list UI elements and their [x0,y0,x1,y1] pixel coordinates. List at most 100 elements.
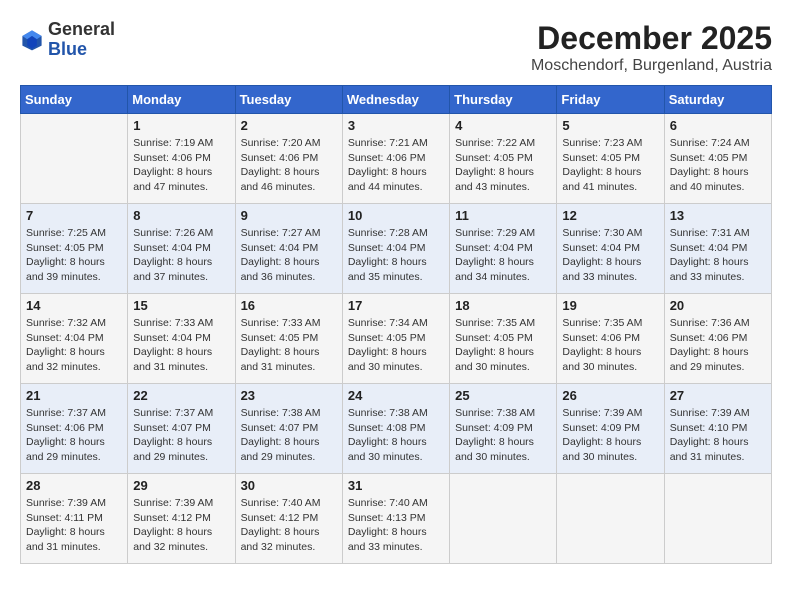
day-number: 27 [670,388,766,403]
day-info: Sunrise: 7:30 AM Sunset: 4:04 PM Dayligh… [562,226,658,285]
day-number: 30 [241,478,337,493]
day-info: Sunrise: 7:26 AM Sunset: 4:04 PM Dayligh… [133,226,229,285]
day-number: 6 [670,118,766,133]
page-header: General Blue December 2025 Moschendorf, … [20,20,772,75]
calendar-cell: 21 Sunrise: 7:37 AM Sunset: 4:06 PM Dayli… [21,384,128,474]
calendar-week-row: 21 Sunrise: 7:37 AM Sunset: 4:06 PM Dayli… [21,384,772,474]
day-number: 28 [26,478,122,493]
day-info: Sunrise: 7:39 AM Sunset: 4:10 PM Dayligh… [670,406,766,465]
day-number: 7 [26,208,122,223]
day-info: Sunrise: 7:32 AM Sunset: 4:04 PM Dayligh… [26,316,122,375]
day-info: Sunrise: 7:36 AM Sunset: 4:06 PM Dayligh… [670,316,766,375]
header-row: SundayMondayTuesdayWednesdayThursdayFrid… [21,86,772,114]
day-info: Sunrise: 7:28 AM Sunset: 4:04 PM Dayligh… [348,226,444,285]
day-number: 8 [133,208,229,223]
calendar-cell: 27 Sunrise: 7:39 AM Sunset: 4:10 PM Dayli… [664,384,771,474]
day-info: Sunrise: 7:39 AM Sunset: 4:12 PM Dayligh… [133,496,229,555]
day-number: 4 [455,118,551,133]
day-info: Sunrise: 7:35 AM Sunset: 4:06 PM Dayligh… [562,316,658,375]
day-info: Sunrise: 7:37 AM Sunset: 4:07 PM Dayligh… [133,406,229,465]
calendar-cell: 10Sunrise: 7:28 AM Sunset: 4:04 PM Dayli… [342,204,449,294]
calendar-cell: 22 Sunrise: 7:37 AM Sunset: 4:07 PM Dayli… [128,384,235,474]
calendar-cell: 29 Sunrise: 7:39 AM Sunset: 4:12 PM Dayli… [128,474,235,564]
calendar-cell: 11 Sunrise: 7:29 AM Sunset: 4:04 PM Dayli… [450,204,557,294]
calendar-cell: 12 Sunrise: 7:30 AM Sunset: 4:04 PM Dayli… [557,204,664,294]
day-info: Sunrise: 7:38 AM Sunset: 4:07 PM Dayligh… [241,406,337,465]
calendar-cell: 7 Sunrise: 7:25 AM Sunset: 4:05 PM Daylig… [21,204,128,294]
calendar-cell: 6 Sunrise: 7:24 AM Sunset: 4:05 PM Daylig… [664,114,771,204]
logo-blue: Blue [48,39,87,59]
day-info: Sunrise: 7:24 AM Sunset: 4:05 PM Dayligh… [670,136,766,195]
day-number: 22 [133,388,229,403]
calendar-cell: 28Sunrise: 7:39 AM Sunset: 4:11 PM Dayli… [21,474,128,564]
calendar-cell: 3Sunrise: 7:21 AM Sunset: 4:06 PM Daylig… [342,114,449,204]
day-info: Sunrise: 7:21 AM Sunset: 4:06 PM Dayligh… [348,136,444,195]
day-info: Sunrise: 7:39 AM Sunset: 4:09 PM Dayligh… [562,406,658,465]
weekday-header: Friday [557,86,664,114]
day-number: 24 [348,388,444,403]
day-info: Sunrise: 7:35 AM Sunset: 4:05 PM Dayligh… [455,316,551,375]
day-info: Sunrise: 7:40 AM Sunset: 4:12 PM Dayligh… [241,496,337,555]
calendar-week-row: 28Sunrise: 7:39 AM Sunset: 4:11 PM Dayli… [21,474,772,564]
weekday-header: Thursday [450,86,557,114]
day-number: 31 [348,478,444,493]
calendar-cell: 8 Sunrise: 7:26 AM Sunset: 4:04 PM Daylig… [128,204,235,294]
weekday-header: Sunday [21,86,128,114]
calendar-cell: 24 Sunrise: 7:38 AM Sunset: 4:08 PM Dayli… [342,384,449,474]
day-info: Sunrise: 7:23 AM Sunset: 4:05 PM Dayligh… [562,136,658,195]
day-number: 19 [562,298,658,313]
day-number: 12 [562,208,658,223]
day-info: Sunrise: 7:34 AM Sunset: 4:05 PM Dayligh… [348,316,444,375]
calendar-cell: 5 Sunrise: 7:23 AM Sunset: 4:05 PM Daylig… [557,114,664,204]
day-number: 29 [133,478,229,493]
day-info: Sunrise: 7:19 AM Sunset: 4:06 PM Dayligh… [133,136,229,195]
day-number: 17 [348,298,444,313]
calendar-cell: 23 Sunrise: 7:38 AM Sunset: 4:07 PM Dayli… [235,384,342,474]
calendar-cell: 13Sunrise: 7:31 AM Sunset: 4:04 PM Dayli… [664,204,771,294]
day-number: 2 [241,118,337,133]
day-number: 20 [670,298,766,313]
day-info: Sunrise: 7:29 AM Sunset: 4:04 PM Dayligh… [455,226,551,285]
calendar-cell: 20 Sunrise: 7:36 AM Sunset: 4:06 PM Dayli… [664,294,771,384]
calendar-cell [664,474,771,564]
day-number: 23 [241,388,337,403]
calendar-cell: 19 Sunrise: 7:35 AM Sunset: 4:06 PM Dayli… [557,294,664,384]
calendar-cell: 17 Sunrise: 7:34 AM Sunset: 4:05 PM Dayli… [342,294,449,384]
day-number: 11 [455,208,551,223]
calendar-cell: 30 Sunrise: 7:40 AM Sunset: 4:12 PM Dayli… [235,474,342,564]
day-info: Sunrise: 7:38 AM Sunset: 4:09 PM Dayligh… [455,406,551,465]
calendar-table: SundayMondayTuesdayWednesdayThursdayFrid… [20,85,772,564]
logo-text: General Blue [48,20,115,60]
day-number: 9 [241,208,337,223]
day-number: 15 [133,298,229,313]
logo: General Blue [20,20,115,60]
weekday-header: Tuesday [235,86,342,114]
month-title: December 2025 [531,20,772,57]
day-number: 21 [26,388,122,403]
calendar-cell: 15 Sunrise: 7:33 AM Sunset: 4:04 PM Dayli… [128,294,235,384]
calendar-cell: 2Sunrise: 7:20 AM Sunset: 4:06 PM Daylig… [235,114,342,204]
logo-icon [20,28,44,52]
day-info: Sunrise: 7:25 AM Sunset: 4:05 PM Dayligh… [26,226,122,285]
location-title: Moschendorf, Burgenland, Austria [531,57,772,75]
calendar-cell: 26 Sunrise: 7:39 AM Sunset: 4:09 PM Dayli… [557,384,664,474]
day-number: 16 [241,298,337,313]
logo-general: General [48,19,115,39]
calendar-cell: 25 Sunrise: 7:38 AM Sunset: 4:09 PM Dayli… [450,384,557,474]
day-number: 1 [133,118,229,133]
day-info: Sunrise: 7:38 AM Sunset: 4:08 PM Dayligh… [348,406,444,465]
day-number: 14 [26,298,122,313]
calendar-cell: 4Sunrise: 7:22 AM Sunset: 4:05 PM Daylig… [450,114,557,204]
day-info: Sunrise: 7:40 AM Sunset: 4:13 PM Dayligh… [348,496,444,555]
weekday-header: Monday [128,86,235,114]
day-info: Sunrise: 7:37 AM Sunset: 4:06 PM Dayligh… [26,406,122,465]
calendar-cell: 16Sunrise: 7:33 AM Sunset: 4:05 PM Dayli… [235,294,342,384]
weekday-header: Saturday [664,86,771,114]
day-number: 5 [562,118,658,133]
day-info: Sunrise: 7:27 AM Sunset: 4:04 PM Dayligh… [241,226,337,285]
day-number: 25 [455,388,551,403]
calendar-cell [21,114,128,204]
day-number: 26 [562,388,658,403]
day-info: Sunrise: 7:33 AM Sunset: 4:04 PM Dayligh… [133,316,229,375]
calendar-week-row: 14 Sunrise: 7:32 AM Sunset: 4:04 PM Dayli… [21,294,772,384]
